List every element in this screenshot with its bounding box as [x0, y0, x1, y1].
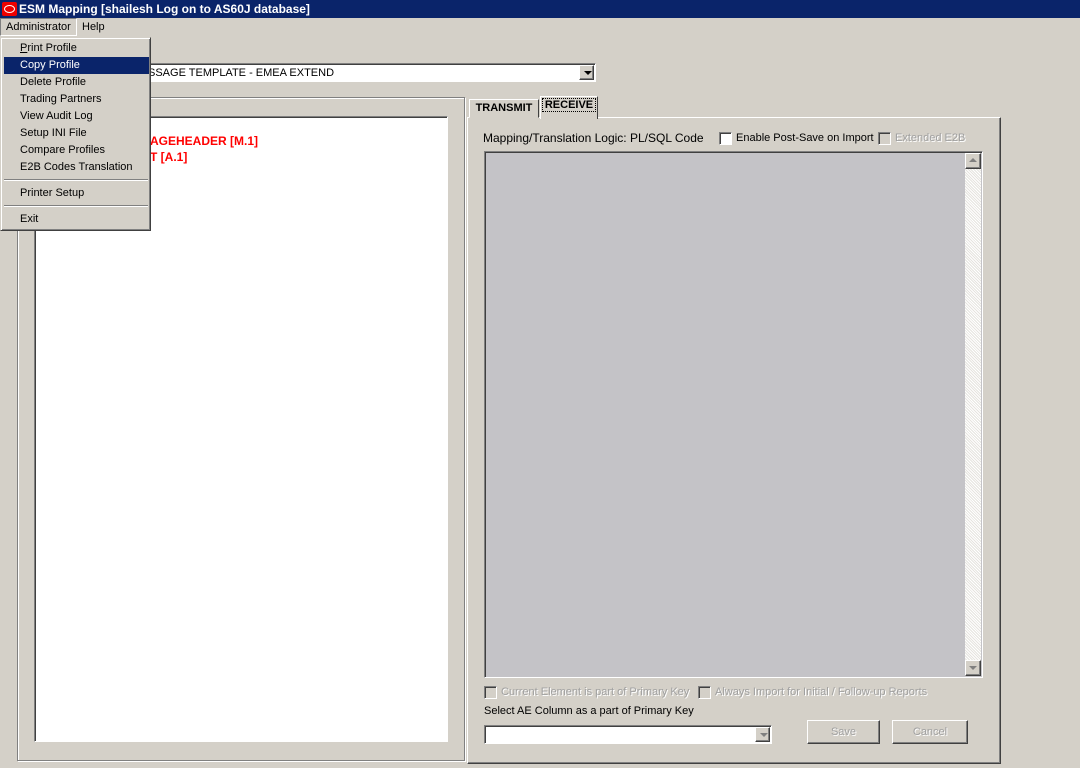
- menu-item-trading-partners[interactable]: Trading Partners: [4, 91, 149, 108]
- tree-item[interactable]: T [A.1]: [150, 150, 187, 164]
- menu-bar: Administrator Help: [0, 18, 1080, 37]
- vertical-scrollbar[interactable]: [965, 153, 981, 676]
- always-import-checkbox[interactable]: [698, 686, 711, 699]
- ae-column-combo[interactable]: [484, 725, 772, 744]
- logic-label: Mapping/Translation Logic: PL/SQL Code: [483, 131, 704, 145]
- menu-item-exit[interactable]: Exit: [4, 211, 149, 228]
- scroll-up-icon[interactable]: [965, 153, 981, 169]
- plsql-code-textarea[interactable]: [484, 151, 983, 678]
- menu-item-view-audit-log[interactable]: View Audit Log: [4, 108, 149, 125]
- window-title: ESM Mapping [shailesh Log on to AS60J da…: [19, 2, 310, 16]
- menu-help[interactable]: Help: [77, 18, 110, 36]
- administrator-menu: Print Profile Copy Profile Delete Profil…: [0, 37, 151, 231]
- title-bar: ESM Mapping [shailesh Log on to AS60J da…: [0, 0, 1080, 18]
- chevron-down-icon[interactable]: [579, 65, 594, 80]
- tab-receive[interactable]: RECEIVE: [540, 96, 598, 119]
- menu-administrator[interactable]: Administrator: [0, 18, 77, 36]
- tree-item[interactable]: AGEHEADER [M.1]: [150, 134, 258, 148]
- app-logo-icon: [2, 2, 17, 16]
- always-import-label: Always Import for Initial / Follow-up Re…: [715, 686, 928, 698]
- primary-key-checkbox[interactable]: [484, 686, 497, 699]
- menu-item-printer-setup[interactable]: Printer Setup: [4, 185, 149, 202]
- menu-item-compare-profiles[interactable]: Compare Profiles: [4, 142, 149, 159]
- menu-item-print-profile[interactable]: Print Profile: [4, 40, 149, 57]
- chevron-down-icon[interactable]: [755, 727, 770, 742]
- menu-item-e2b-codes-translation[interactable]: E2B Codes Translation: [4, 159, 149, 176]
- enable-post-save-label: Enable Post-Save on Import: [736, 132, 874, 144]
- ae-column-label: Select AE Column as a part of Primary Ke…: [484, 705, 694, 717]
- extended-e2b-checkbox[interactable]: [878, 132, 891, 145]
- primary-key-label: Current Element is part of Primary Key: [501, 686, 690, 698]
- menu-item-delete-profile[interactable]: Delete Profile: [4, 74, 149, 91]
- enable-post-save-checkbox[interactable]: [719, 132, 732, 145]
- menu-item-setup-ini-file[interactable]: Setup INI File: [4, 125, 149, 142]
- profile-combo[interactable]: SSAGE TEMPLATE - EMEA EXTEND: [120, 63, 596, 82]
- menu-separator: [4, 179, 148, 181]
- tab-transmit[interactable]: TRANSMIT: [469, 99, 539, 118]
- save-button[interactable]: Save: [807, 720, 880, 744]
- extended-e2b-label: Extended E2B: [895, 132, 966, 144]
- menu-separator: [4, 205, 148, 207]
- cancel-button[interactable]: Cancel: [892, 720, 968, 744]
- scroll-down-icon[interactable]: [965, 660, 981, 676]
- menu-item-copy-profile[interactable]: Copy Profile: [4, 57, 149, 74]
